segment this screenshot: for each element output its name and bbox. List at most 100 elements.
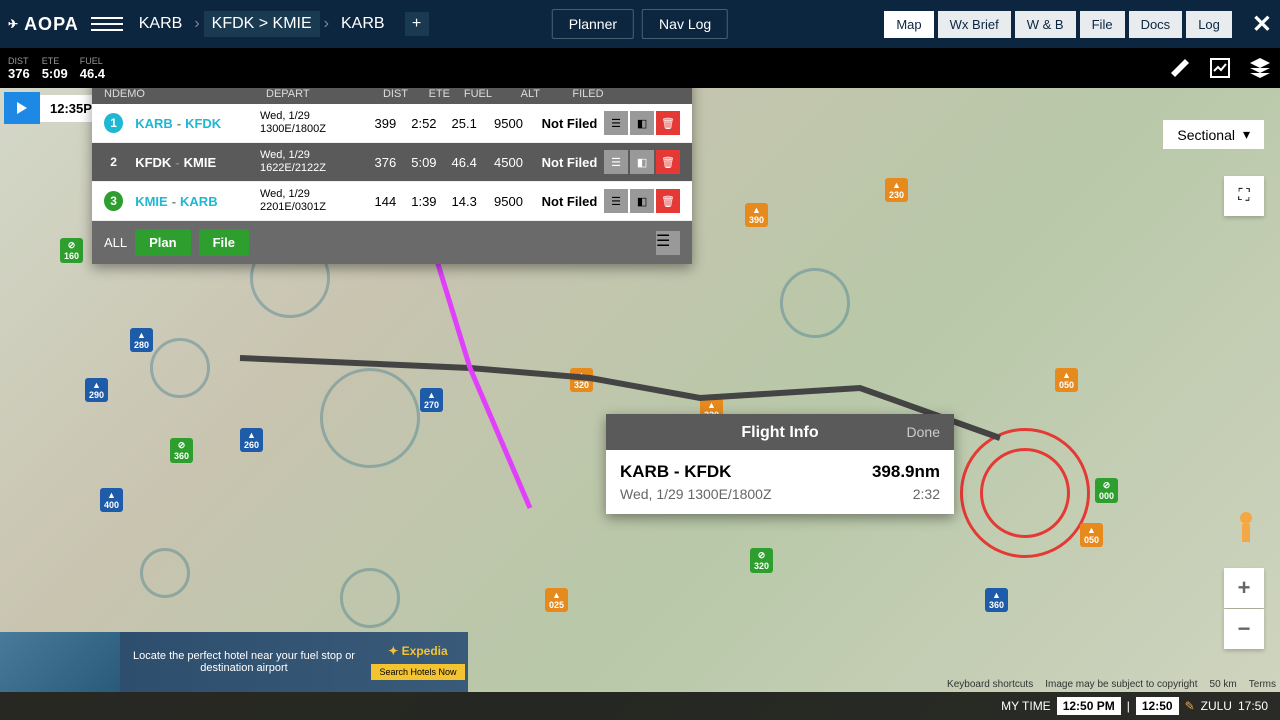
trip-footer: ALL Plan File ☰ xyxy=(92,221,692,264)
breadcrumb-1[interactable]: KFDK > KMIE xyxy=(204,11,320,37)
delete-button[interactable]: 🗑 xyxy=(656,150,680,174)
map-attribution: Keyboard shortcuts Image may be subject … xyxy=(947,679,1276,690)
row-ete: 1:39 xyxy=(396,194,436,209)
delete-button[interactable]: 🗑 xyxy=(656,111,680,135)
trip-row[interactable]: 2 KFDK-KMIE Wed, 1/29 1622E/2122Z 376 5:… xyxy=(92,143,692,182)
play-button[interactable] xyxy=(4,92,40,124)
zoom-controls: + − xyxy=(1224,568,1264,650)
plan-all-button[interactable]: Plan xyxy=(135,229,190,256)
delete-button[interactable]: 🗑 xyxy=(656,189,680,213)
zoom-in-button[interactable]: + xyxy=(1224,568,1264,608)
row-depart: Wed, 1/29 1300E/1800Z xyxy=(260,110,356,136)
map-type-dropdown[interactable]: Sectional ▾ xyxy=(1163,120,1264,149)
breadcrumb-sep: › xyxy=(194,15,199,33)
terms-link[interactable]: Terms xyxy=(1249,679,1276,690)
flight-info-distance: 398.9nm xyxy=(872,462,940,482)
ad-cta-button[interactable]: Search Hotels Now xyxy=(371,664,464,680)
layers-icon[interactable] xyxy=(1248,56,1272,80)
brief-icon[interactable]: ◧ xyxy=(630,111,654,135)
row-route: KARB-KFDK xyxy=(135,116,260,131)
done-button[interactable]: Done xyxy=(907,424,940,440)
tab-file[interactable]: File xyxy=(1080,11,1125,38)
flight-info-header: Flight Info Done xyxy=(606,414,954,450)
row-dist: 399 xyxy=(356,116,396,131)
col-alt: ALT xyxy=(492,88,540,100)
streetview-pegman-icon[interactable] xyxy=(1230,510,1262,550)
trip-row[interactable]: 1 KARB-KFDK Wed, 1/29 1300E/1800Z 399 2:… xyxy=(92,104,692,143)
all-label: ALL xyxy=(104,235,127,250)
row-alt: 4500 xyxy=(477,155,523,170)
row-filed: Not Filed xyxy=(535,194,604,209)
user-label: NDEMO xyxy=(104,88,136,100)
tab-map[interactable]: Map xyxy=(884,11,933,38)
zoom-out-button[interactable]: − xyxy=(1224,609,1264,649)
logo-wings-icon: ✈ xyxy=(8,17,20,31)
planner-button[interactable]: Planner xyxy=(552,9,634,39)
zulu-label: ZULU xyxy=(1201,699,1232,713)
col-filed: FILED xyxy=(552,88,624,100)
main-header: ✈ AOPA KARB › KFDK > KMIE › KARB + Plann… xyxy=(0,0,1280,48)
navlog-button[interactable]: Nav Log xyxy=(642,9,728,39)
chart-icon[interactable] xyxy=(1208,56,1232,80)
mytime-value: 12:50 PM xyxy=(1057,697,1121,715)
row-dist: 144 xyxy=(356,194,396,209)
brief-icon[interactable]: ◧ xyxy=(630,150,654,174)
navlog-icon[interactable]: ☰ xyxy=(604,189,628,213)
row-fuel: 25.1 xyxy=(437,116,477,131)
tab-docs[interactable]: Docs xyxy=(1129,11,1183,38)
route-breadcrumbs: KARB › KFDK > KMIE › KARB + xyxy=(131,11,429,37)
tab-log[interactable]: Log xyxy=(1186,11,1232,38)
tab-wb[interactable]: W & B xyxy=(1015,11,1076,38)
row-number: 3 xyxy=(104,191,123,211)
mytime-label: MY TIME xyxy=(1001,699,1051,713)
col-dist: DIST xyxy=(366,88,408,100)
trip-row[interactable]: 3 KMIE-KARB Wed, 1/29 2201E/0301Z 144 1:… xyxy=(92,182,692,221)
row-alt: 9500 xyxy=(477,116,523,131)
tab-wxbrief[interactable]: Wx Brief xyxy=(938,11,1011,38)
pencil-icon[interactable]: ✎ xyxy=(1185,699,1195,713)
hamburger-menu-icon[interactable] xyxy=(91,8,123,40)
map-controls: ⛶ xyxy=(1224,176,1264,216)
col-ete: ETE xyxy=(408,88,450,100)
row-depart: Wed, 1/29 1622E/2122Z xyxy=(260,149,356,175)
stat-fuel: FUEL 46.4 xyxy=(80,56,105,81)
brief-icon[interactable]: ◧ xyxy=(630,189,654,213)
close-button[interactable]: ✕ xyxy=(1252,10,1272,39)
file-all-button[interactable]: File xyxy=(199,229,249,256)
keyboard-shortcuts-link[interactable]: Keyboard shortcuts xyxy=(947,679,1033,690)
row-depart: Wed, 1/29 2201E/0301Z xyxy=(260,188,356,214)
time-play-control: 12:35P xyxy=(4,92,102,124)
breadcrumb-0[interactable]: KARB xyxy=(131,11,191,37)
flight-info-popup: Flight Info Done KARB - KFDK 398.9nm Wed… xyxy=(606,414,954,514)
row-route: KFDK-KMIE xyxy=(135,155,260,170)
row-ete: 2:52 xyxy=(396,116,436,131)
header-tabs: Map Wx Brief W & B File Docs Log ✕ xyxy=(884,10,1272,39)
row-dist: 376 xyxy=(356,155,396,170)
row-alt: 9500 xyxy=(477,194,523,209)
row-number: 2 xyxy=(104,152,123,172)
copyright-label: Image may be subject to copyright xyxy=(1045,679,1197,690)
row-fuel: 14.3 xyxy=(437,194,477,209)
navlog-icon[interactable]: ☰ xyxy=(604,150,628,174)
aopa-logo: ✈ AOPA xyxy=(8,14,79,35)
content-area: ▲280 ▲270 ▲320 ▲320 ⊘160 ▲290 ⊘360 ▲260 … xyxy=(0,88,1280,720)
chevron-down-icon: ▾ xyxy=(1243,126,1250,143)
row-filed: Not Filed xyxy=(535,116,604,131)
col-fuel: FUEL xyxy=(450,88,492,100)
flight-info-body: KARB - KFDK 398.9nm Wed, 1/29 1300E/1800… xyxy=(606,450,954,514)
flight-info-title: Flight Info xyxy=(741,424,818,442)
ad-banner[interactable]: Locate the perfect hotel near your fuel … xyxy=(0,632,468,692)
ad-logo: ✦ Expedia xyxy=(368,644,468,658)
zulu-time-value: 17:50 xyxy=(1238,699,1268,713)
add-leg-button[interactable]: + xyxy=(405,12,429,36)
breadcrumb-2[interactable]: KARB xyxy=(333,11,393,37)
navlog-all-icon[interactable]: ☰ xyxy=(656,231,680,255)
flight-info-route: KARB - KFDK xyxy=(620,462,731,482)
breadcrumb-sep: › xyxy=(324,15,329,33)
fullscreen-button[interactable]: ⛶ xyxy=(1224,176,1264,216)
row-route: KMIE-KARB xyxy=(135,194,260,209)
navlog-icon[interactable]: ☰ xyxy=(604,111,628,135)
ruler-icon[interactable] xyxy=(1168,56,1192,80)
col-depart: DEPART xyxy=(266,88,366,100)
row-filed: Not Filed xyxy=(535,155,604,170)
